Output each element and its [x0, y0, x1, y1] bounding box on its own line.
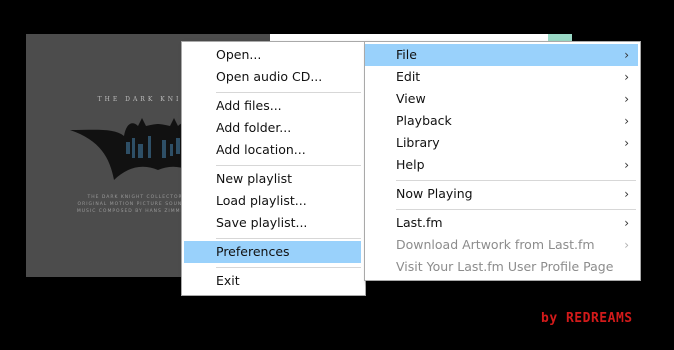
menu-item-save-playlist[interactable]: Save playlist... — [182, 212, 365, 234]
menu-item-visit-profile: Visit Your Last.fm User Profile Page — [396, 259, 614, 274]
chevron-right-icon: › — [624, 187, 629, 201]
chevron-right-icon: › — [624, 48, 629, 62]
chevron-right-icon: › — [624, 70, 629, 84]
menu-separator — [396, 209, 636, 210]
menu-item-now-playing[interactable]: Now Playing › — [365, 183, 638, 205]
menu-item-file[interactable]: File › — [365, 44, 638, 66]
menu-item-edit[interactable]: Edit › — [365, 66, 638, 88]
menu-separator — [396, 180, 636, 181]
menu-item-lastfm[interactable]: Last.fm › — [365, 212, 638, 234]
menu-item-preferences[interactable]: Preferences — [184, 241, 361, 263]
chevron-right-icon: › — [624, 114, 629, 128]
chevron-right-icon: › — [624, 158, 629, 172]
file-submenu: Open... Open audio CD... Add files... Ad… — [181, 41, 366, 296]
menu-item-open-audio-cd[interactable]: Open audio CD... — [182, 66, 365, 88]
menu-item-add-files[interactable]: Add files... — [182, 95, 365, 117]
main-context-menu: File › Edit › View › Playback › Library › Hel… — [364, 41, 641, 281]
menu-separator — [216, 92, 361, 93]
chevron-right-icon: › — [624, 238, 629, 252]
menu-item-add-folder[interactable]: Add folder... — [182, 117, 365, 139]
watermark-text: by REDREAMS — [541, 311, 633, 326]
menu-item-download-artwork: Download Artwork from Last.fm › — [365, 234, 638, 256]
chevron-right-icon: › — [624, 216, 629, 230]
menu-item-add-location[interactable]: Add location... — [182, 139, 365, 161]
menu-separator — [216, 238, 361, 239]
menu-item-playback[interactable]: Playback › — [365, 110, 638, 132]
menu-item-library[interactable]: Library › — [365, 132, 638, 154]
menu-item-view[interactable]: View › — [365, 88, 638, 110]
menu-separator — [216, 267, 361, 268]
menu-item-new-playlist[interactable]: New playlist — [182, 168, 365, 190]
menu-item-help[interactable]: Help › — [365, 154, 638, 176]
chevron-right-icon: › — [624, 92, 629, 106]
menu-item-load-playlist[interactable]: Load playlist... — [182, 190, 365, 212]
menu-item-open[interactable]: Open... — [182, 44, 365, 66]
menu-separator — [216, 165, 361, 166]
menu-item-exit[interactable]: Exit — [182, 270, 365, 292]
chevron-right-icon: › — [624, 136, 629, 150]
